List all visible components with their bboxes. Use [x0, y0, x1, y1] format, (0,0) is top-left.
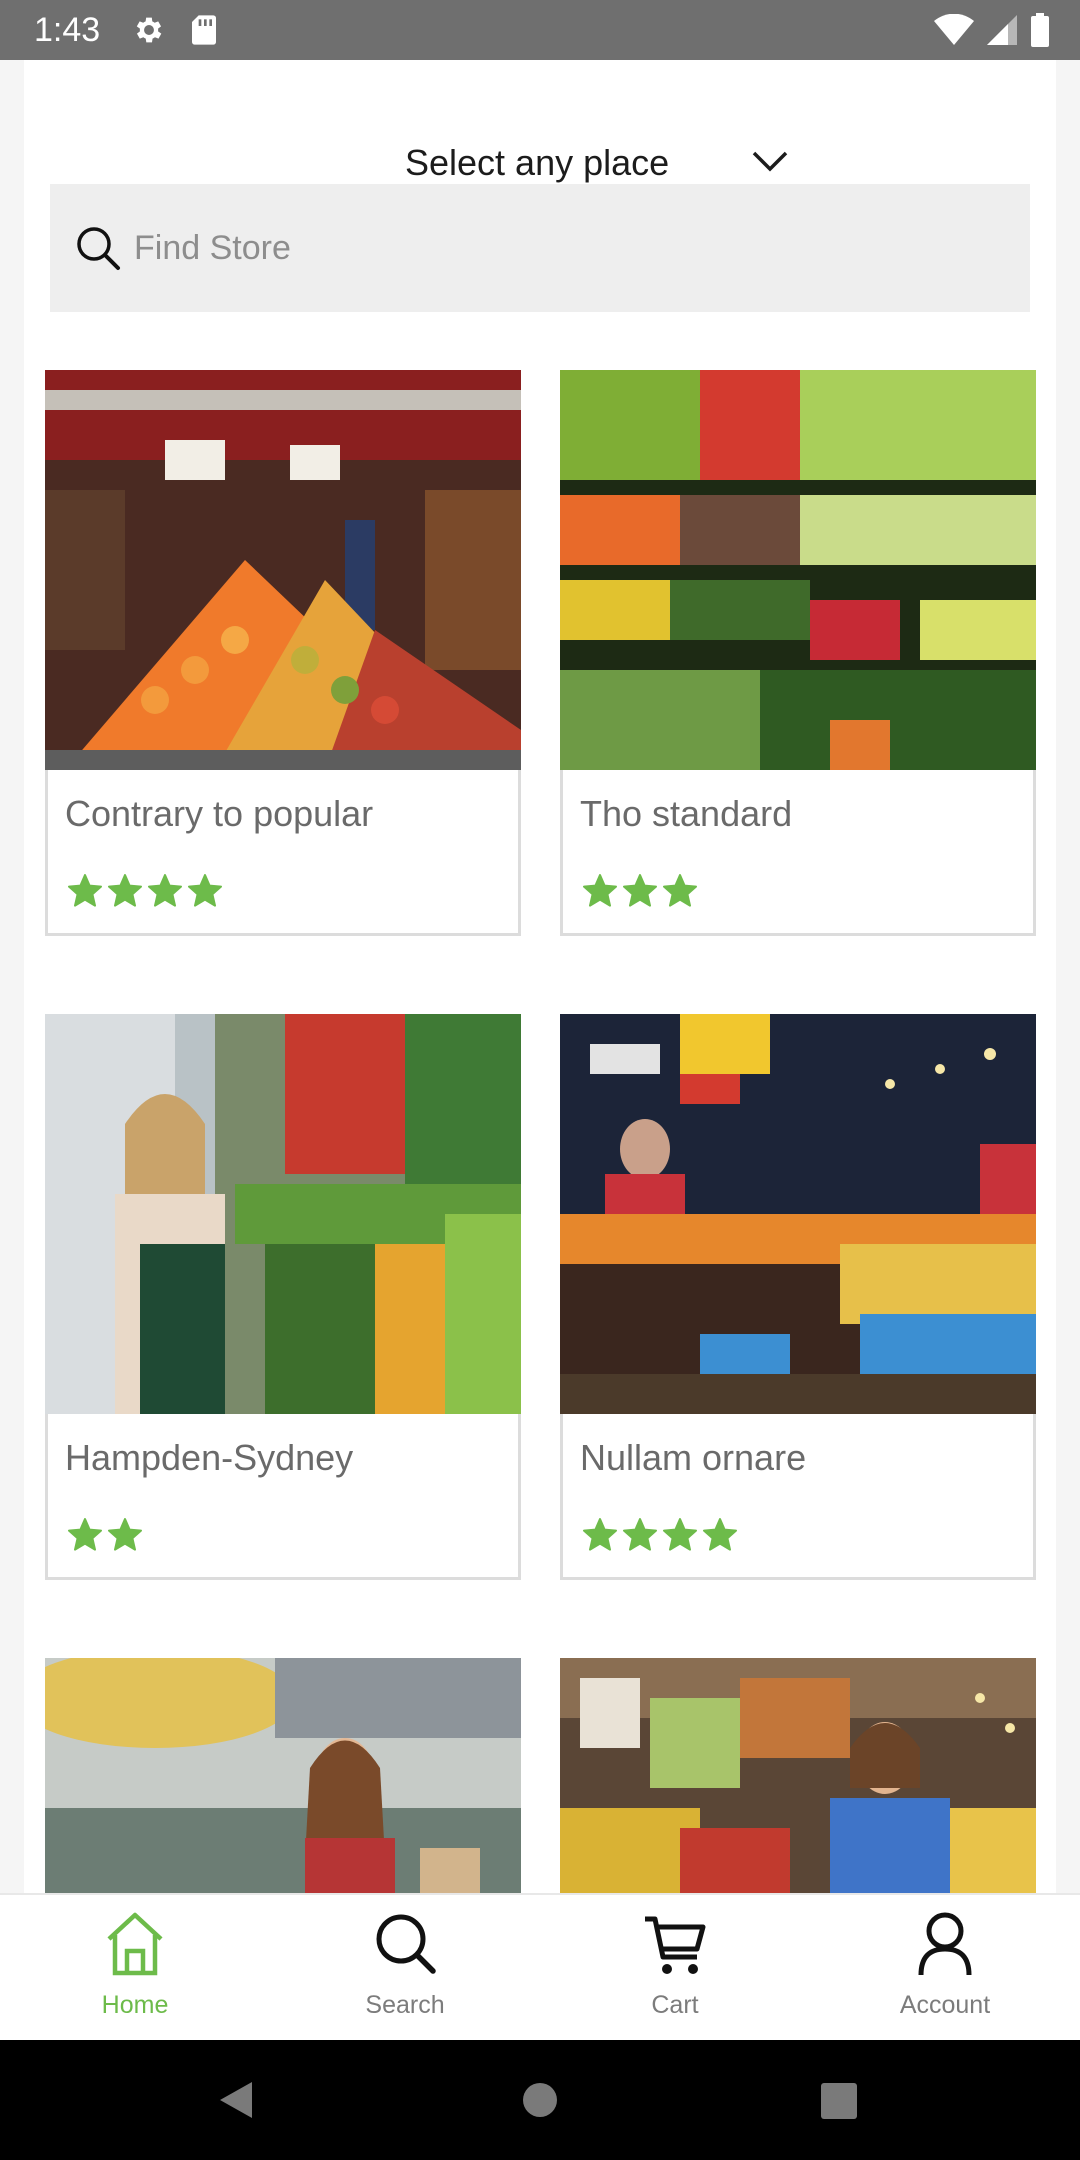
store-card[interactable]: [45, 1658, 521, 1893]
star-icon: [68, 874, 102, 907]
star-icon: [663, 874, 697, 907]
gear-icon: [136, 17, 162, 43]
store-card[interactable]: Contrary to popular: [45, 370, 521, 936]
search-icon[interactable]: [74, 224, 122, 272]
star-icon: [663, 1518, 697, 1551]
content-frame: Select any place Find Store Contrary to …: [0, 60, 1080, 1893]
store-name: Nullam ornare: [580, 1437, 807, 1478]
nav-home-label: Home: [101, 1991, 169, 2019]
store-image-woman-market-hall: [45, 1658, 521, 1893]
nav-cart-label: Cart: [651, 1991, 699, 2019]
store-image-fruit-pyramid: [45, 370, 521, 770]
account-icon: [918, 1912, 972, 1976]
cart-icon: [645, 1916, 706, 1974]
nav-cart[interactable]: Cart: [540, 1895, 810, 2042]
search-bar: [50, 184, 1030, 312]
find-store-input[interactable]: [134, 214, 994, 282]
star-icon: [188, 874, 222, 907]
place-selector[interactable]: Select any place: [24, 100, 1056, 183]
sd-card-icon: [192, 15, 216, 45]
store-image-woman-fruit-stall: [560, 1658, 1036, 1893]
store-card[interactable]: Nullam ornare: [560, 1014, 1036, 1580]
status-time: 1:43: [34, 11, 101, 49]
star-icon: [68, 1518, 102, 1551]
store-card[interactable]: Hampden-Sydney: [45, 1014, 521, 1580]
nav-search-label: Search: [365, 1991, 445, 2019]
star-rating: [582, 1517, 738, 1553]
status-indicators: [934, 12, 1050, 48]
star-icon: [108, 1518, 142, 1551]
home-icon: [107, 1912, 163, 1976]
star-rating: [67, 873, 223, 909]
home-button-icon[interactable]: [522, 2082, 558, 2118]
star-icon: [583, 874, 617, 907]
nav-account-label: Account: [899, 1991, 991, 2019]
store-image-woman-shopping: [45, 1014, 521, 1414]
store-name: Contrary to popular: [65, 793, 374, 834]
chevron-down-icon: [752, 151, 788, 172]
star-icon: [703, 1518, 737, 1551]
star-rating: [582, 873, 698, 909]
place-selector-label: Select any place: [405, 142, 670, 183]
signal-icon: [987, 15, 1017, 45]
store-image-market-stalls: [560, 1014, 1036, 1414]
store-list-screen: Select any place Find Store Contrary to …: [24, 60, 1056, 1893]
status-bar: 1:43: [0, 0, 1080, 60]
star-icon: [623, 1518, 657, 1551]
nav-search[interactable]: Search: [270, 1895, 540, 2042]
store-name: Tho standard: [580, 793, 793, 834]
search-icon: [376, 1914, 436, 1974]
battery-icon: [1031, 13, 1049, 47]
recents-icon[interactable]: [820, 2082, 858, 2120]
nav-home[interactable]: Home: [0, 1895, 270, 2042]
star-icon: [623, 874, 657, 907]
star-rating: [67, 1517, 143, 1553]
store-card[interactable]: [560, 1658, 1036, 1893]
bottom-navigation: Home Search Cart Account: [0, 1893, 1080, 2040]
star-icon: [583, 1518, 617, 1551]
star-icon: [148, 874, 182, 907]
back-icon[interactable]: [218, 2080, 254, 2120]
store-image-vegetable-shelves: [560, 370, 1036, 770]
nav-account[interactable]: Account: [810, 1895, 1080, 2042]
store-card[interactable]: Tho standard: [560, 370, 1036, 936]
store-name: Hampden-Sydney: [65, 1437, 354, 1478]
star-icon: [108, 874, 142, 907]
wifi-icon: [934, 14, 974, 45]
system-navigation-bar: [0, 2040, 1080, 2160]
